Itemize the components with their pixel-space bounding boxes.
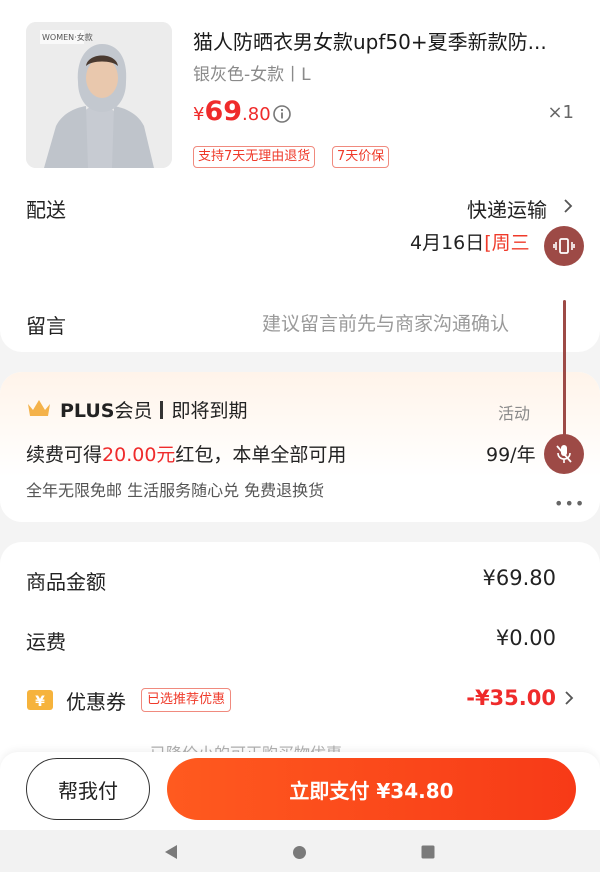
more-dots-icon[interactable]: ••• <box>554 494 585 513</box>
note-input[interactable]: 建议留言前先与商家沟通确认 <box>262 309 540 336</box>
shipping-label: 运费 <box>26 630 66 654</box>
plus-offer-prefix: 续费可得 <box>26 444 103 466</box>
delivery-date: 4月16日[周三 <box>410 228 530 255</box>
coupon-badge: 已选推荐优惠 <box>141 688 232 712</box>
plus-header: PLUS会员 即将到期 <box>60 396 248 423</box>
plus-offer-suffix: 红包，本单全部可用 <box>175 444 347 466</box>
vibrate-icon <box>553 238 575 254</box>
plus-price: 99/年 <box>486 444 536 466</box>
delivery-weekday: [周三 <box>484 232 530 254</box>
thumb-label: WOMEN·女款 <box>42 32 93 42</box>
price-protect-tag: 7天价保 <box>332 146 390 168</box>
svg-text:¥: ¥ <box>35 694 45 710</box>
mic-off-icon <box>556 445 572 463</box>
goods-amount-value: ¥69.80 <box>482 566 556 590</box>
return-policy-tag: 支持7天无理由退货 <box>193 146 316 168</box>
crown-icon <box>28 400 50 416</box>
product-image: WOMEN·女款 <box>26 22 172 168</box>
vibrate-button[interactable] <box>544 226 584 266</box>
product-thumbnail[interactable]: WOMEN·女款 <box>26 22 172 168</box>
plus-offer-amount: 20.00元 <box>102 444 176 466</box>
coupon-label: 优惠券 <box>66 690 126 714</box>
plus-member: 会员 <box>114 400 153 422</box>
mic-off-button[interactable] <box>544 434 584 474</box>
delivery-method[interactable]: 快递运输 <box>467 194 547 223</box>
delivery-date-text: 4月16日 <box>410 232 485 254</box>
nav-home-icon[interactable] <box>292 845 307 860</box>
info-icon[interactable] <box>272 104 292 124</box>
product-spec: 银灰色-女款丨L <box>193 65 311 85</box>
note-label: 留言 <box>26 314 66 338</box>
goods-amount-label: 商品金额 <box>26 570 106 594</box>
price-currency: ¥ <box>193 104 205 125</box>
delivery-label: 配送 <box>26 198 66 222</box>
help-pay-button[interactable]: 帮我付 <box>26 758 150 820</box>
coupon-yen-icon: ¥ <box>27 690 53 710</box>
plus-status: 即将到期 <box>171 400 248 422</box>
chevron-right-icon[interactable] <box>564 690 574 706</box>
plus-offer: 续费可得20.00元红包，本单全部可用 <box>26 440 346 467</box>
chevron-right-icon <box>564 199 573 213</box>
floating-panel <box>538 222 600 522</box>
coupon-value[interactable]: -¥35.00 <box>466 686 556 710</box>
pay-now-button[interactable]: 立即支付 ¥34.80 <box>167 758 576 820</box>
plus-benefits: 全年无限免邮 生活服务随心兑 免费退换货 <box>26 481 325 500</box>
quantity: ×1 <box>547 102 574 123</box>
product-price: ¥69.80 <box>193 96 271 127</box>
nav-back-icon[interactable] <box>164 844 178 860</box>
price-integer: 69 <box>204 96 243 127</box>
price-decimal: .80 <box>242 104 271 125</box>
plus-brand: PLUS <box>60 400 115 422</box>
shipping-value: ¥0.00 <box>495 626 556 650</box>
nav-recent-icon[interactable] <box>421 845 435 859</box>
floating-slider-track[interactable] <box>563 300 566 440</box>
system-nav-bar <box>0 830 600 872</box>
product-title[interactable]: 猫人防晒衣男女款upf50+夏季新款防... <box>193 26 573 55</box>
plus-activity: 活动 <box>498 404 531 423</box>
